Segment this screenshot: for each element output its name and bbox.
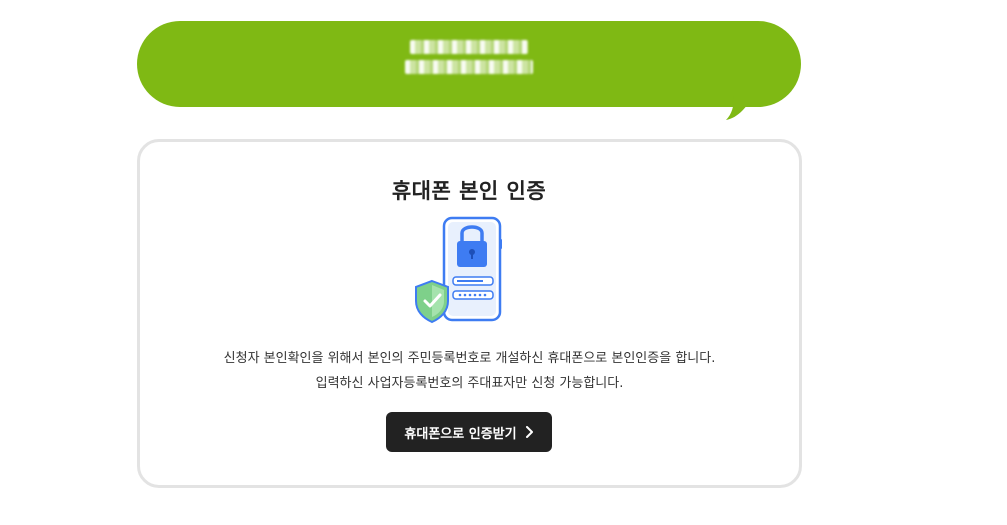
page: 휴대폰 본인 인증 신청자 본인확인을 위해서 본인의 주민등록번호로 개설하신… xyxy=(0,0,1007,525)
redacted-line-1 xyxy=(410,40,528,54)
phone-lock-shield-icon xyxy=(415,215,505,327)
redacted-line-2 xyxy=(405,60,533,74)
page-title: 휴대폰 본인 인증 xyxy=(391,179,547,203)
verify-with-phone-button[interactable]: 휴대폰으로 인증받기 xyxy=(386,412,552,452)
description-line-2: 입력하신 사업자등록번호의 주대표자만 신청 가능합니다. xyxy=(315,376,624,391)
description-line-1: 신청자 본인확인을 위해서 본인의 주민등록번호로 개설하신 휴대폰으로 본인인… xyxy=(223,351,716,366)
chevron-right-icon xyxy=(525,426,534,438)
verify-button-label: 휴대폰으로 인증받기 xyxy=(404,426,517,442)
redacted-text xyxy=(405,40,535,84)
